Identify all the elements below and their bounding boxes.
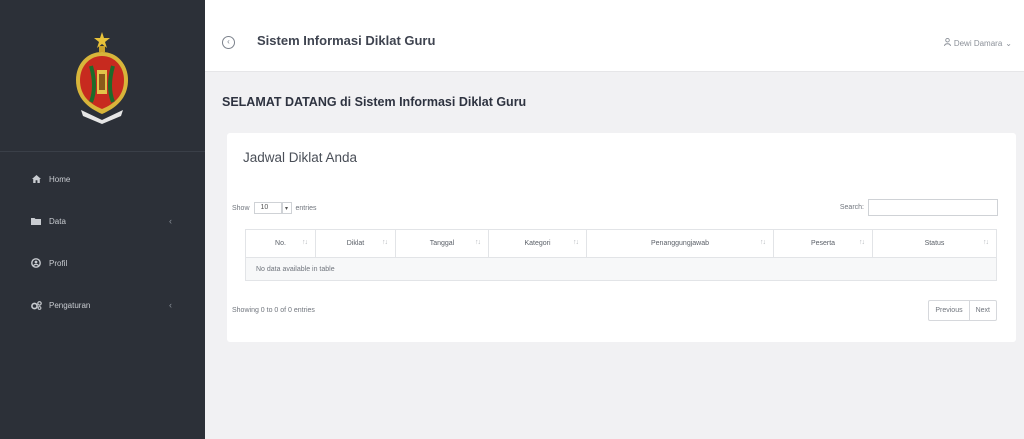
schedule-table: No. ↑↓ Diklat ↑↓ Tanggal ↑↓ Kategori ↑↓ Pena… xyxy=(245,229,997,281)
sort-icon: ↑↓ xyxy=(475,239,481,246)
schedule-card: Jadwal Diklat Anda Show 10 ▾ entries Sea… xyxy=(227,133,1016,342)
search-input[interactable] xyxy=(868,199,998,216)
search-label: Search: xyxy=(839,204,864,211)
chevron-left-icon: ‹ xyxy=(169,216,172,226)
user-name: Dewi Damara xyxy=(953,38,1003,48)
user-icon xyxy=(29,256,43,270)
sort-icon: ↑↓ xyxy=(302,239,308,246)
entries-label: entries xyxy=(295,204,317,212)
top-bar: ‹ Sistem Informasi Diklat Guru Dewi Dama… xyxy=(205,0,1024,72)
emblem-logo xyxy=(76,32,128,124)
sidebar-item-label: Home xyxy=(49,174,71,184)
gears-icon xyxy=(29,298,43,312)
card-title: Jadwal Diklat Anda xyxy=(243,150,358,165)
welcome-heading: SELAMAT DATANG di Sistem Informasi Dikla… xyxy=(222,95,527,109)
sidebar-item-label: Pengaturan xyxy=(49,300,91,310)
chevron-down-icon: ⌄ xyxy=(1005,38,1012,48)
sidebar-item-pengaturan[interactable]: Pengaturan ‹ xyxy=(0,284,205,326)
table-row: No data available in table xyxy=(245,257,997,281)
home-icon xyxy=(29,172,43,186)
sidebar-nav: Home Data ‹ Profil Pengaturan ‹ xyxy=(0,158,205,326)
sort-icon: ↑↓ xyxy=(983,239,989,246)
sidebar-item-profil[interactable]: Profil xyxy=(0,242,205,284)
column-header-status[interactable]: Status ↑↓ xyxy=(872,229,997,258)
column-header-peserta[interactable]: Peserta ↑↓ xyxy=(773,229,873,258)
entries-length-control: Show 10 ▾ entries xyxy=(232,202,317,214)
sidebar-item-label: Profil xyxy=(49,258,68,268)
column-header-no[interactable]: No. ↑↓ xyxy=(245,229,316,258)
logo-area xyxy=(0,0,205,152)
sidebar-item-data[interactable]: Data ‹ xyxy=(0,200,205,242)
table-header-row: No. ↑↓ Diklat ↑↓ Tanggal ↑↓ Kategori ↑↓ Pena… xyxy=(245,229,997,258)
sidebar-item-home[interactable]: Home xyxy=(0,158,205,200)
column-header-kategori[interactable]: Kategori ↑↓ xyxy=(488,229,587,258)
sidebar: Home Data ‹ Profil Pengaturan ‹ xyxy=(0,0,205,439)
next-button[interactable]: Next xyxy=(968,301,996,320)
sort-icon: ↑↓ xyxy=(760,239,766,246)
table-info: Showing 0 to 0 of 0 entries xyxy=(232,307,315,314)
show-label: Show xyxy=(232,204,250,212)
table-search: Search: xyxy=(840,199,998,216)
pagination: Previous Next xyxy=(928,300,997,321)
sidebar-toggle-icon[interactable]: ‹ xyxy=(222,36,235,49)
user-menu[interactable]: Dewi Damara ⌄ xyxy=(943,37,1012,48)
app-title: Sistem Informasi Diklat Guru xyxy=(257,33,436,48)
empty-table-message: No data available in table xyxy=(245,257,997,281)
folder-icon xyxy=(29,214,43,228)
column-header-penanggungjawab[interactable]: Penanggungjawab ↑↓ xyxy=(586,229,774,258)
sort-icon: ↑↓ xyxy=(573,239,579,246)
sidebar-item-label: Data xyxy=(49,216,66,226)
sort-icon: ↑↓ xyxy=(859,239,865,246)
column-header-diklat[interactable]: Diklat ↑↓ xyxy=(315,229,396,258)
user-icon xyxy=(943,37,951,48)
previous-button[interactable]: Previous xyxy=(929,301,968,320)
column-header-tanggal[interactable]: Tanggal ↑↓ xyxy=(395,229,489,258)
sort-icon: ↑↓ xyxy=(382,239,388,246)
select-arrow-icon[interactable]: ▾ xyxy=(281,202,292,214)
entries-length-select[interactable]: 10 xyxy=(253,202,282,214)
chevron-left-icon: ‹ xyxy=(169,300,172,310)
